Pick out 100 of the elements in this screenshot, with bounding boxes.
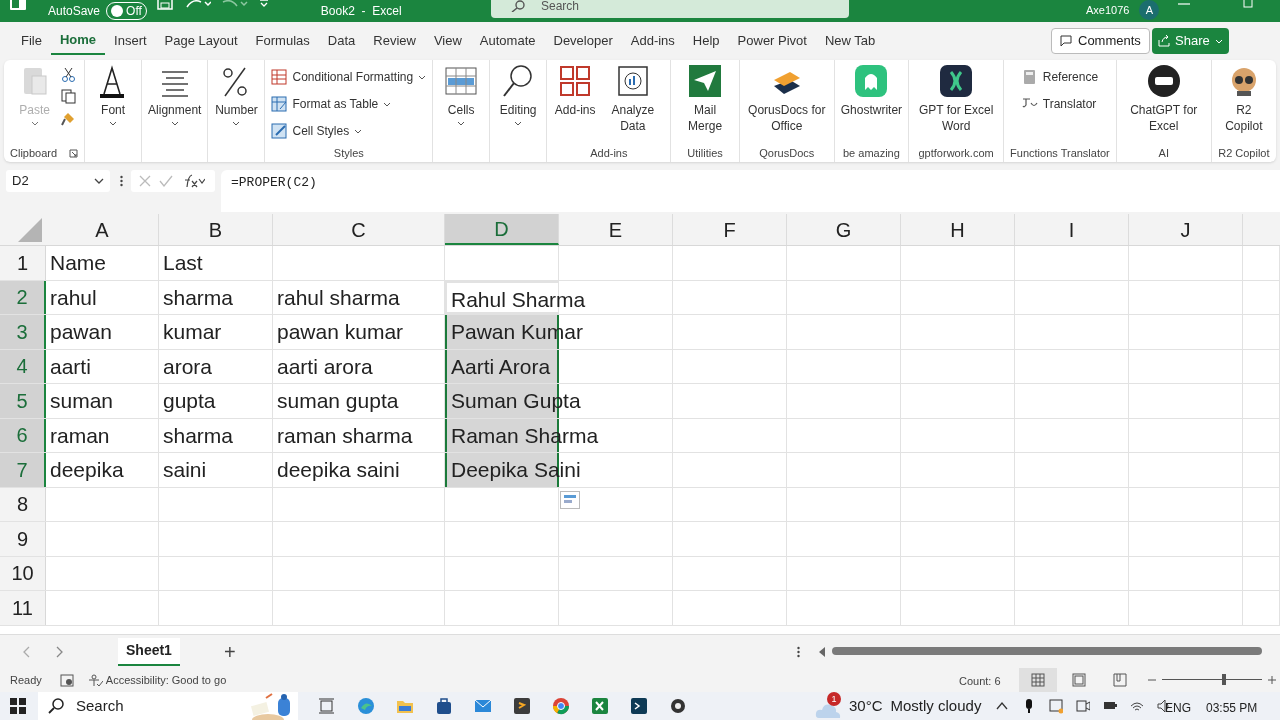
- menu-tab[interactable]: File: [12, 27, 51, 55]
- spreadsheet-app-icon[interactable]: [591, 697, 609, 715]
- add-sheet-button[interactable]: +: [223, 636, 236, 667]
- dialog-launcher-icon[interactable]: [69, 148, 79, 158]
- ribbon-button[interactable]: Add-ins: [553, 64, 598, 144]
- camera-icon[interactable]: [1076, 698, 1090, 714]
- column-header[interactable]: I: [1015, 214, 1129, 245]
- row-header[interactable]: 11: [0, 591, 46, 625]
- ribbon-button[interactable]: Ghostwriter: [840, 64, 903, 144]
- ribbon-button[interactable]: Translator: [1021, 94, 1097, 114]
- language-indicator[interactable]: ENG: [1165, 699, 1191, 717]
- menu-tab[interactable]: New Tab: [815, 27, 885, 55]
- menu-tab[interactable]: Data: [318, 27, 365, 55]
- ribbon-button[interactable]: Cell Styles: [271, 121, 363, 141]
- accessibility-button[interactable]: Accessibility: Good to go: [87, 671, 227, 689]
- column-header[interactable]: E: [559, 214, 673, 245]
- ribbon-button[interactable]: Analyze Data: [601, 64, 665, 144]
- menu-tab[interactable]: Help: [683, 27, 729, 55]
- cell-text[interactable]: sharma: [163, 422, 234, 449]
- ribbon-button[interactable]: Mail Merge: [677, 64, 733, 144]
- store-icon[interactable]: [435, 697, 453, 715]
- scissors-button[interactable]: [60, 66, 76, 82]
- more-icon[interactable]: [797, 646, 800, 658]
- comments-button[interactable]: Comments: [1051, 28, 1150, 54]
- cell-text[interactable]: suman: [50, 388, 114, 414]
- row-header[interactable]: 9: [0, 522, 46, 556]
- undo-icon[interactable]: [184, 0, 211, 8]
- record-app-icon[interactable]: [669, 697, 687, 715]
- share-button[interactable]: Share: [1152, 28, 1229, 54]
- row-header[interactable]: 5: [0, 384, 46, 418]
- column-header[interactable]: G: [787, 214, 901, 245]
- ribbon-button[interactable]: Editing: [496, 64, 541, 144]
- minimize-icon[interactable]: [1178, 2, 1190, 6]
- ribbon-button[interactable]: ChatGPT for Excel: [1122, 64, 1205, 144]
- horizontal-scrollbar[interactable]: [832, 647, 1262, 655]
- windows-start-icon[interactable]: [10, 698, 26, 714]
- cell-text[interactable]: deepika saini: [277, 457, 400, 483]
- cell-text[interactable]: Name: [50, 250, 107, 276]
- column-header[interactable]: D: [445, 214, 559, 245]
- restore-icon[interactable]: [1243, 0, 1253, 8]
- clock-text[interactable]: 03:55 PM: [1206, 699, 1258, 717]
- cell-text[interactable]: gupta: [163, 388, 216, 414]
- save-icon[interactable]: [156, 0, 173, 10]
- ribbon-button[interactable]: GPT for Excel Word: [915, 64, 998, 144]
- zoom-slider[interactable]: [1162, 674, 1262, 686]
- cell-text[interactable]: deepika: [50, 457, 124, 483]
- cell-text[interactable]: Rahul Sharma: [451, 286, 586, 313]
- cell-text[interactable]: pawan: [50, 319, 112, 345]
- column-header[interactable]: J: [1129, 214, 1243, 245]
- menu-tab[interactable]: Formulas: [246, 27, 319, 55]
- menu-tab[interactable]: Page Layout: [155, 27, 247, 55]
- menu-tab[interactable]: View: [424, 27, 471, 55]
- cell-text[interactable]: rahul sharma: [277, 284, 400, 311]
- row-header[interactable]: 10: [0, 556, 46, 590]
- column-header[interactable]: A: [46, 214, 159, 245]
- cell-text[interactable]: suman gupta: [277, 388, 399, 414]
- ribbon-button[interactable]: Cells: [439, 64, 484, 144]
- column-header[interactable]: B: [159, 214, 273, 245]
- copy-button[interactable]: [60, 88, 76, 104]
- menu-tab[interactable]: Automate: [470, 27, 545, 55]
- column-header[interactable]: F: [673, 214, 787, 245]
- cell-text[interactable]: sharma: [163, 284, 234, 311]
- cell-text[interactable]: raman sharma: [277, 422, 413, 449]
- browser-icon[interactable]: [357, 697, 375, 715]
- sheet-tab[interactable]: Sheet1: [118, 637, 180, 666]
- view-button[interactable]: [1019, 668, 1057, 692]
- task-view-icon[interactable]: [318, 697, 336, 715]
- ribbon-button[interactable]: QorusDocs for Office: [745, 64, 828, 144]
- row-header[interactable]: 6: [0, 418, 46, 452]
- mail-icon[interactable]: [474, 697, 492, 715]
- menu-tab[interactable]: Developer: [544, 27, 622, 55]
- row-header[interactable]: 8: [0, 487, 46, 521]
- menu-tab[interactable]: Home: [50, 27, 106, 55]
- row-header[interactable]: 1: [0, 246, 46, 280]
- menu-tab[interactable]: Insert: [105, 27, 156, 55]
- search-field[interactable]: Search: [491, 0, 849, 18]
- cell-text[interactable]: Last: [163, 250, 203, 276]
- ribbon-button[interactable]: Font: [91, 64, 136, 144]
- ribbon-button[interactable]: Number: [214, 64, 259, 144]
- ribbon-button[interactable]: R2 Copilot: [1217, 64, 1270, 144]
- cell-text[interactable]: raman: [50, 422, 110, 449]
- zoom-in-icon[interactable]: [1268, 676, 1276, 684]
- cell-text[interactable]: kumar: [163, 319, 222, 345]
- cloud-icon[interactable]: [815, 702, 841, 718]
- chrome-icon[interactable]: [552, 697, 570, 715]
- scroll-right-icon[interactable]: [56, 645, 64, 658]
- cell-text[interactable]: saini: [163, 457, 207, 483]
- avatar[interactable]: A: [1139, 0, 1160, 20]
- format-painter-button[interactable]: [60, 110, 76, 126]
- cell-text[interactable]: pawan kumar: [277, 319, 404, 345]
- ribbon-button[interactable]: Conditional Formatting: [271, 67, 427, 87]
- ribbon-button[interactable]: Format as Table: [271, 94, 392, 114]
- customize-icon[interactable]: [258, 0, 269, 8]
- row-header[interactable]: 2: [0, 280, 46, 314]
- code-editor-icon[interactable]: [513, 697, 531, 715]
- ribbon-button[interactable]: Reference: [1021, 67, 1099, 87]
- menu-tab[interactable]: Power Pivot: [728, 27, 816, 55]
- menu-tab[interactable]: Review: [364, 27, 425, 55]
- row-header[interactable]: 7: [0, 453, 46, 487]
- ribbon-button[interactable]: Alignment: [148, 64, 202, 144]
